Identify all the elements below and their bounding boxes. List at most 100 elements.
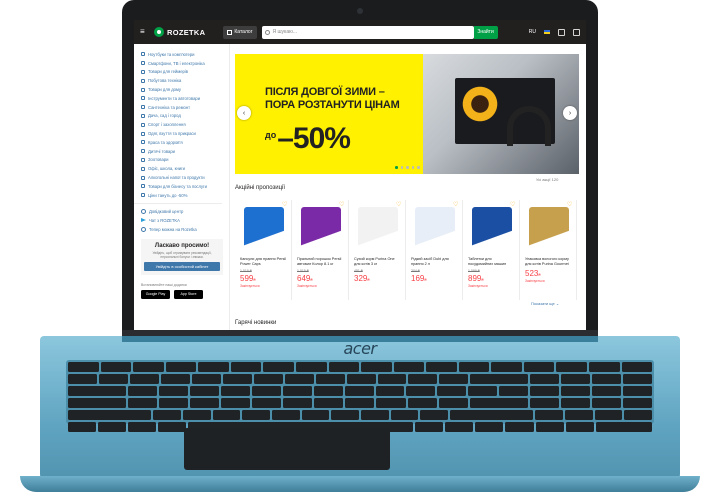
category-icon (141, 122, 145, 127)
category-label: Інструменти та автотовари (148, 95, 201, 101)
user-icon[interactable] (558, 28, 565, 36)
news-link[interactable]: Тепер можна на Rozetka (141, 225, 229, 234)
menu-icon[interactable]: ≡ (140, 28, 148, 36)
site-header: ≡ ROZETKA Каталог Я шукаю... Знайти RU (134, 20, 586, 44)
product-price: 169₴ (411, 274, 458, 283)
pagination-dot[interactable] (417, 166, 420, 169)
search-button[interactable]: Знайти (473, 25, 498, 39)
product-name[interactable]: Рідкий засіб Dubi для прання 2 л (411, 257, 458, 267)
sidebar-category-item[interactable]: Одяг, взуття та прикраси (141, 129, 229, 138)
banner-prev-arrow-icon[interactable]: ‹ (237, 106, 251, 120)
sidebar-category-item[interactable]: Сантехніка та ремонт (141, 103, 229, 112)
banner-discount: до –50% (265, 122, 351, 156)
category-label: Краса та здоров'я (148, 139, 183, 145)
category-label: Товари для геймерів (148, 69, 189, 75)
app-store-button[interactable]: App Store (174, 289, 203, 299)
sidebar: Ноутбуки та комп'ютери Смартфони, ТВ і ел… (134, 44, 230, 330)
category-icon (141, 113, 145, 118)
pagination-dot[interactable] (400, 166, 403, 169)
sidebar-category-item[interactable]: Ноутбуки та комп'ютери (141, 50, 229, 59)
sidebar-category-item[interactable]: Товари для дому (141, 85, 229, 94)
product-image[interactable] (300, 207, 341, 251)
sidebar-category-item[interactable]: Товари для геймерів (141, 68, 229, 77)
price-currency: ₴ (367, 276, 370, 282)
category-icon (141, 96, 145, 101)
product-name[interactable]: Упаковка вологого корму для котів Purina… (525, 257, 572, 267)
banner-next-arrow-icon[interactable]: › (563, 106, 577, 120)
pagination-dot[interactable] (395, 166, 398, 169)
product-card[interactable]: ♡ Сухий корм Purina One для котів 3 кг 451… (349, 200, 406, 300)
language-switch[interactable]: RU (529, 29, 536, 35)
login-button[interactable]: Увійдіть в особистий кабінет (144, 261, 220, 271)
product-image[interactable] (471, 207, 512, 251)
old-price: 451 ₴ (354, 268, 363, 273)
laptop-screen: ≡ ROZETKA Каталог Я шукаю... Знайти RU Н… (134, 20, 586, 330)
catalog-button[interactable]: Каталог (223, 25, 257, 39)
cart-icon[interactable] (573, 28, 580, 36)
category-icon (141, 61, 145, 66)
welcome-title: Ласкаво просимо! (154, 242, 210, 249)
old-price: 204 ₴ (411, 268, 420, 273)
sidebar-category-item[interactable]: Дача, сад і город (141, 112, 229, 121)
laptop: ≡ ROZETKA Каталог Я шукаю... Знайти RU Н… (0, 0, 720, 499)
sidebar-category-item[interactable]: Офіс, школа, книги (141, 164, 229, 173)
sidebar-category-item[interactable]: Інструменти та автотовари (141, 94, 229, 103)
rozetka-logo[interactable]: ROZETKA (167, 28, 205, 37)
product-card[interactable]: ♡ Капсули для прання Persil Power Caps 1 0… (235, 200, 292, 300)
category-label: Ціни тануть до -50% (148, 192, 188, 198)
category-icon (141, 52, 145, 57)
category-list: Ноутбуки та комп'ютери Смартфони, ТВ і ел… (141, 50, 229, 200)
pagination-dot[interactable] (406, 166, 409, 169)
chat-link[interactable]: Чат з ROZETKA (141, 216, 229, 225)
product-name[interactable]: Таблетки для посудомийних машин (468, 257, 515, 267)
category-icon (141, 184, 145, 189)
catalog-label: Каталог (234, 29, 253, 35)
search-input[interactable]: Я шукаю... (261, 25, 474, 39)
category-label: Дитячі товари (148, 148, 176, 154)
product-name[interactable]: Пральний порошок Persil автомат Колор 8.… (297, 257, 344, 267)
sidebar-category-item[interactable]: Побутова техніка (141, 76, 229, 85)
sidebar-category-item[interactable]: Товари для бізнесу та послуги (141, 182, 229, 191)
sidebar-category-item[interactable]: Смартфони, ТВ і електроніка (141, 59, 229, 68)
all-promos-link[interactable]: Усі акції 120 (536, 177, 558, 182)
sidebar-category-item[interactable]: Ціни тануть до -50% (141, 191, 229, 200)
product-card[interactable]: ♡ Рідкий засіб Dubi для прання 2 л 204 ₴ 16… (406, 200, 463, 300)
product-card[interactable]: ♡ Пральний порошок Persil автомат Колор 8… (292, 200, 349, 300)
price-value: 329 (354, 273, 368, 283)
sidebar-category-item[interactable]: Спорт і захоплення (141, 120, 229, 129)
price-currency: ₴ (424, 276, 427, 282)
question-icon (141, 208, 146, 214)
show-more-link[interactable]: Показати ще ⌄ (531, 301, 559, 306)
old-price: 1 019 ₴ (240, 268, 252, 273)
product-card[interactable]: ♡ Упаковка вологого корму для котів Purin… (520, 200, 577, 300)
google-play-button[interactable]: Google Play (141, 289, 170, 299)
pagination-dot[interactable] (411, 166, 414, 169)
promo-banner[interactable]: ПІСЛЯ ДОВГОЇ ЗИМИ – ПОРА РОЗТАНУТИ ЦІНАМ… (235, 54, 579, 174)
sidebar-category-item[interactable]: Краса та здоров'я (141, 138, 229, 147)
product-price: 523₴ (525, 269, 572, 278)
product-name[interactable]: Капсули для прання Persil Power Caps (240, 257, 287, 267)
category-label: Побутова техніка (148, 78, 182, 84)
price-value: 523 (525, 268, 539, 278)
product-image[interactable] (414, 207, 455, 251)
banner-line-2: ПОРА РОЗТАНУТИ ЦІНАМ (265, 99, 400, 111)
product-price: 649₴ (297, 274, 344, 283)
product-image[interactable] (243, 207, 284, 251)
category-label: Дача, сад і город (148, 113, 181, 119)
touchpad (184, 428, 390, 470)
search-icon (264, 29, 270, 35)
product-name[interactable]: Сухий корм Purina One для котів 3 кг (354, 257, 401, 267)
category-icon (141, 166, 145, 171)
sidebar-category-item[interactable]: Зоотовари (141, 156, 229, 165)
category-icon (141, 140, 145, 145)
category-label: Ноутбуки та комп'ютери (148, 51, 195, 57)
help-center-link[interactable]: Довідковий центр (141, 207, 229, 216)
rozetka-logo-icon[interactable] (154, 27, 164, 37)
product-card[interactable]: ♡ Таблетки для посудомийних машин 1 099 ₴ 8… (463, 200, 520, 300)
product-image[interactable] (357, 207, 398, 251)
sidebar-category-item[interactable]: Дитячі товари (141, 147, 229, 156)
category-label: Сантехніка та ремонт (148, 104, 191, 110)
product-price: 899₴ (468, 274, 515, 283)
product-image[interactable] (528, 207, 569, 251)
sidebar-category-item[interactable]: Алкогольні напої та продукти (141, 173, 229, 182)
